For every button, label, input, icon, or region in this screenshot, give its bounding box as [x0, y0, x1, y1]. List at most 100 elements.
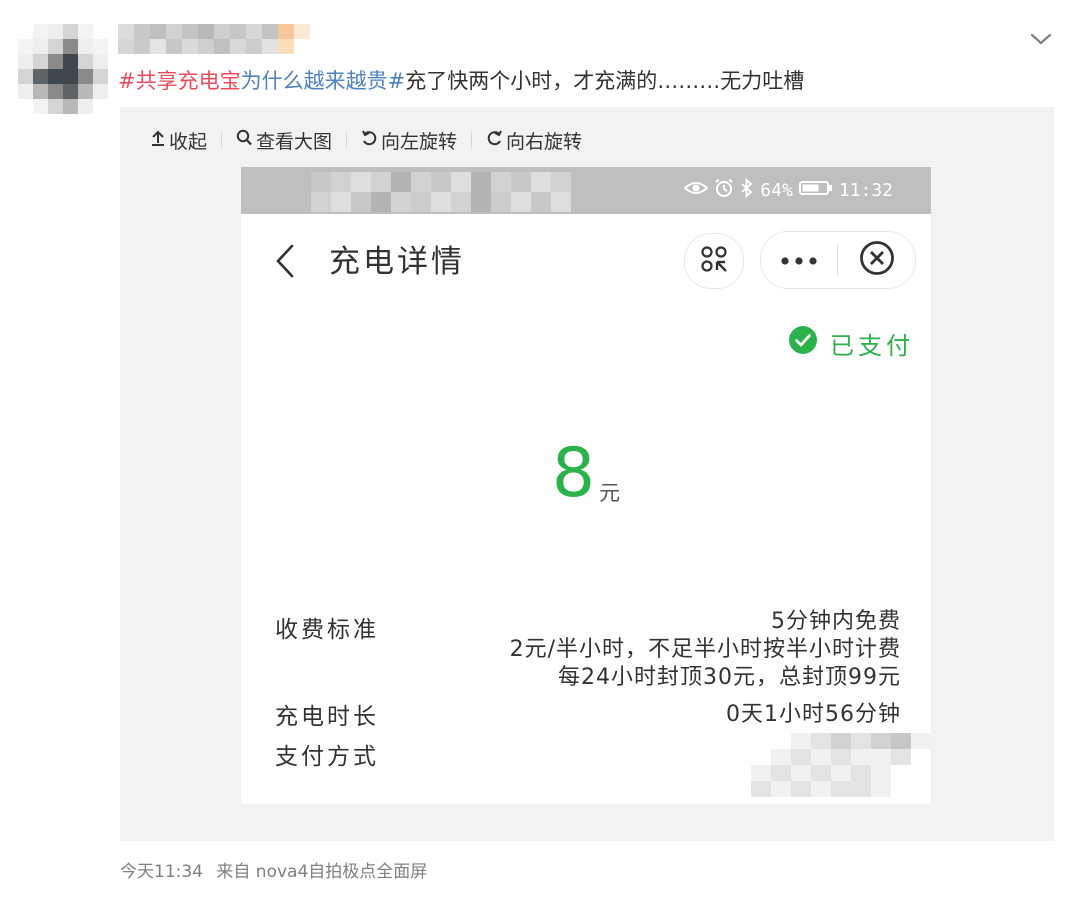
mosaic-cell	[63, 99, 78, 114]
more-button[interactable]	[761, 232, 837, 288]
hashtag-topic-blue[interactable]: 为什么越来越贵	[241, 69, 388, 93]
magnify-icon	[236, 129, 253, 152]
amount: 8 元	[241, 439, 931, 509]
toolbar-divider	[346, 131, 348, 149]
mosaic-cell	[278, 24, 294, 39]
mosaic-cell	[33, 84, 48, 99]
mosaic-cell	[891, 781, 911, 797]
mosaic-cell	[491, 192, 511, 212]
mosaic-cell	[78, 54, 93, 69]
scan-button[interactable]	[684, 233, 744, 289]
mosaic-cell	[48, 39, 63, 54]
mosaic-cell	[18, 69, 33, 84]
mosaic-cell	[811, 781, 831, 797]
mosaic-cell	[771, 749, 791, 765]
media-toolbar: 收起 查看大图 向左旋转 向右旋转	[150, 126, 582, 154]
hashtag-prefix[interactable]: #	[118, 69, 136, 93]
mosaic-cell	[871, 733, 891, 749]
mosaic-cell	[262, 39, 278, 54]
eye-icon	[683, 180, 709, 201]
mosaic-cell	[871, 781, 891, 797]
hashtag-topic-red[interactable]: 共享充电宝	[136, 69, 241, 93]
mosaic-cell	[311, 192, 331, 212]
mosaic-cell	[831, 733, 851, 749]
mosaic-cell	[246, 39, 262, 54]
collapse-button[interactable]: 收起	[150, 127, 207, 154]
hashtag-suffix[interactable]: #	[388, 69, 406, 93]
mosaic-cell	[93, 69, 108, 84]
mosaic-cell	[411, 172, 431, 192]
post-meta: 今天11:34 来自 nova4自拍极点全面屏	[120, 857, 427, 882]
rotate-left-button[interactable]: 向左旋转	[361, 127, 457, 154]
mosaic-cell	[63, 54, 78, 69]
mosaic-cell	[451, 192, 471, 212]
mosaic-cell	[751, 733, 771, 749]
mosaic-cell	[93, 84, 108, 99]
mosaic-cell	[182, 24, 198, 39]
mosaic-cell	[851, 781, 871, 797]
bluetooth-icon	[740, 177, 754, 203]
mosaic-cell	[93, 99, 108, 114]
mosaic-cell	[214, 24, 230, 39]
mosaic-cell	[751, 749, 771, 765]
status-badge: 已支付	[788, 325, 914, 361]
view-large-label: 查看大图	[256, 130, 333, 153]
close-button[interactable]	[838, 232, 915, 288]
mosaic-cell	[134, 24, 150, 39]
toolbar-divider	[221, 131, 223, 149]
mosaic-cell	[311, 172, 331, 192]
mosaic-cell	[811, 733, 831, 749]
mosaic-cell	[751, 781, 771, 797]
back-icon[interactable]	[267, 239, 303, 283]
avatar[interactable]	[18, 24, 108, 114]
username-blurred[interactable]	[118, 24, 310, 54]
phone-screenshot[interactable]: 64% 11:32 充电详情 已支付 8 元 收费标准 5分钟内免费 2元/半小…	[241, 167, 931, 804]
mosaic-cell	[471, 172, 491, 192]
mosaic-cell	[93, 54, 108, 69]
mosaic-cell	[134, 39, 150, 54]
chevron-down-icon[interactable]	[1024, 22, 1058, 56]
battery-icon	[798, 180, 833, 201]
mosaic-cell	[63, 84, 78, 99]
mosaic-cell	[911, 781, 931, 797]
mosaic-cell	[18, 54, 33, 69]
mosaic-cell	[33, 24, 48, 39]
mosaic-cell	[511, 172, 531, 192]
post-source[interactable]: 来自 nova4自拍极点全面屏	[216, 862, 427, 882]
mosaic-cell	[551, 192, 571, 212]
post-body: 充了快两个小时，才充满的………无力吐槽	[405, 69, 805, 93]
mosaic-cell	[531, 192, 551, 212]
duration-value: 0天1小时56分钟	[726, 702, 901, 727]
mosaic-cell	[451, 172, 471, 192]
mosaic-cell	[831, 749, 851, 765]
mosaic-cell	[93, 39, 108, 54]
fee-line: 每24小时封顶30元，总封顶99元	[558, 665, 901, 690]
mosaic-cell	[811, 765, 831, 781]
mosaic-cell	[294, 24, 310, 39]
status-indicators: 64% 11:32	[683, 167, 893, 214]
fee-line: 2元/半小时，不足半小时按半小时计费	[509, 637, 901, 662]
mosaic-cell	[294, 39, 310, 54]
amount-unit: 元	[599, 481, 621, 505]
mosaic-cell	[48, 54, 63, 69]
mosaic-cell	[391, 172, 411, 192]
mosaic-cell	[118, 24, 134, 39]
fee-standard-values: 5分钟内免费 2元/半小时，不足半小时按半小时计费 每24小时封顶30元，总封顶…	[510, 608, 901, 692]
mosaic-cell	[182, 39, 198, 54]
rotate-right-button[interactable]: 向右旋转	[486, 127, 582, 154]
mosaic-cell	[791, 733, 811, 749]
mosaic-cell	[371, 172, 391, 192]
page-title: 充电详情	[329, 244, 465, 280]
mosaic-cell	[48, 24, 63, 39]
mosaic-cell	[214, 39, 230, 54]
post-time[interactable]: 今天11:34	[120, 862, 203, 882]
mini-program-capsule	[760, 231, 916, 289]
mosaic-cell	[791, 765, 811, 781]
close-circle-icon	[859, 240, 895, 280]
mosaic-cell	[150, 39, 166, 54]
mosaic-cell	[911, 733, 931, 749]
mosaic-cell	[33, 54, 48, 69]
mosaic-cell	[891, 765, 911, 781]
view-large-button[interactable]: 查看大图	[236, 127, 332, 154]
mosaic-cell	[78, 39, 93, 54]
